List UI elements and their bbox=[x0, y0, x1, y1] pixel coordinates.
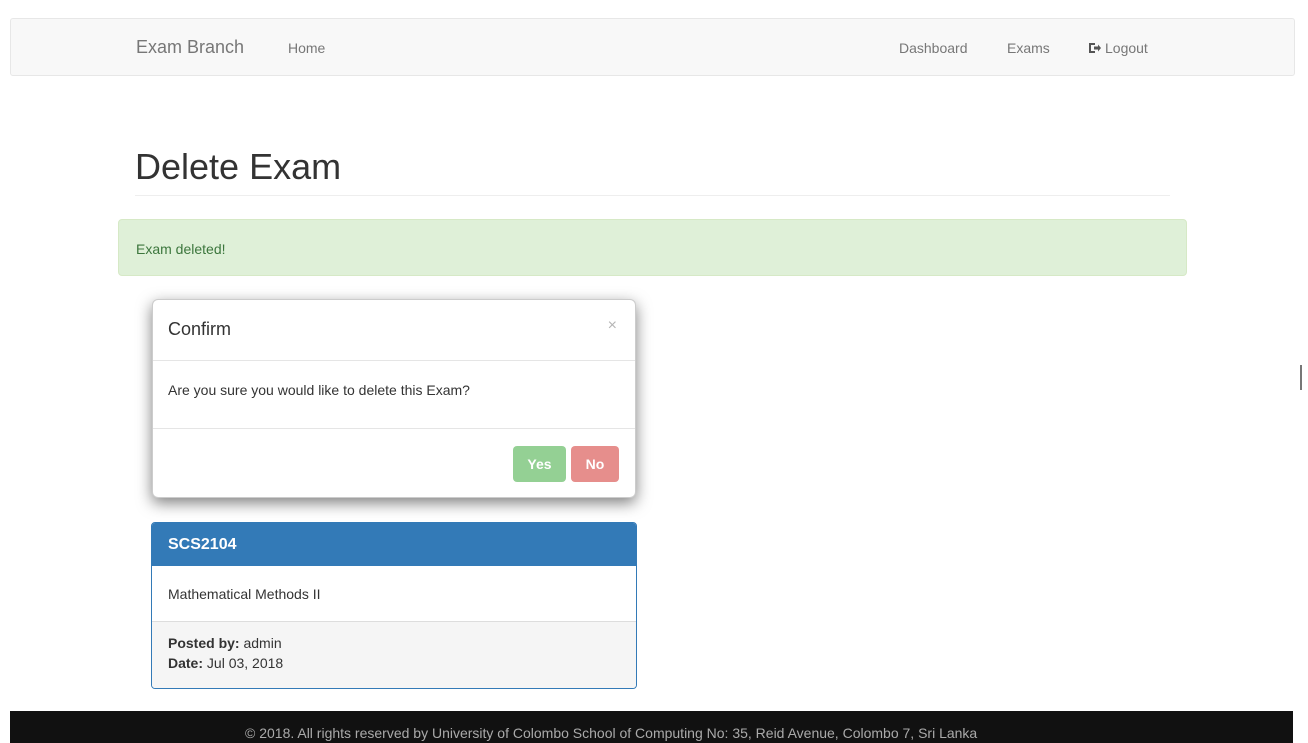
posted-by-value: admin bbox=[243, 635, 282, 651]
date-label: Date: bbox=[168, 655, 204, 671]
nav-exams-link[interactable]: Exams bbox=[1007, 40, 1050, 56]
success-alert: Exam deleted! bbox=[118, 219, 1187, 276]
dialog-header: Confirm × bbox=[153, 300, 635, 361]
exam-name: Mathematical Methods II bbox=[168, 586, 321, 602]
dialog-title: Confirm bbox=[168, 319, 232, 339]
exam-code: SCS2104 bbox=[168, 536, 237, 553]
title-divider bbox=[135, 195, 1170, 196]
date-row: Date: Jul 03, 2018 bbox=[168, 655, 283, 671]
navbar: Exam Branch Home Dashboard Exams Logout bbox=[10, 18, 1295, 76]
page-footer: © 2018. All rights reserved by Universit… bbox=[10, 711, 1293, 743]
yes-button[interactable]: Yes bbox=[513, 446, 566, 482]
posted-by-label: Posted by: bbox=[168, 635, 240, 651]
dialog-body: Are you sure you would like to delete th… bbox=[153, 361, 635, 429]
nav-dashboard-link[interactable]: Dashboard bbox=[899, 40, 968, 56]
posted-by-row: Posted by: admin bbox=[168, 635, 282, 651]
close-icon[interactable]: × bbox=[608, 317, 617, 335]
exam-panel-footer: Posted by: admin Date: Jul 03, 2018 bbox=[152, 622, 636, 688]
logout-label: Logout bbox=[1105, 40, 1148, 56]
nav-logout-link[interactable]: Logout bbox=[1088, 40, 1148, 56]
exam-panel: SCS2104 Mathematical Methods II Posted b… bbox=[151, 522, 637, 689]
exam-panel-body: Mathematical Methods II bbox=[152, 566, 636, 622]
dialog-message: Are you sure you would like to delete th… bbox=[168, 382, 470, 398]
logout-icon bbox=[1089, 43, 1101, 53]
brand-link[interactable]: Exam Branch bbox=[136, 37, 244, 58]
alert-text: Exam deleted! bbox=[136, 241, 226, 257]
no-button[interactable]: No bbox=[571, 446, 619, 482]
confirm-dialog: Confirm × Are you sure you would like to… bbox=[152, 299, 636, 498]
page-title: Delete Exam bbox=[135, 146, 342, 187]
footer-text: © 2018. All rights reserved by Universit… bbox=[245, 725, 978, 741]
scrollbar[interactable] bbox=[1300, 365, 1302, 390]
date-value: Jul 03, 2018 bbox=[206, 655, 284, 671]
exam-panel-heading: SCS2104 bbox=[152, 523, 636, 566]
nav-home-link[interactable]: Home bbox=[288, 40, 325, 56]
